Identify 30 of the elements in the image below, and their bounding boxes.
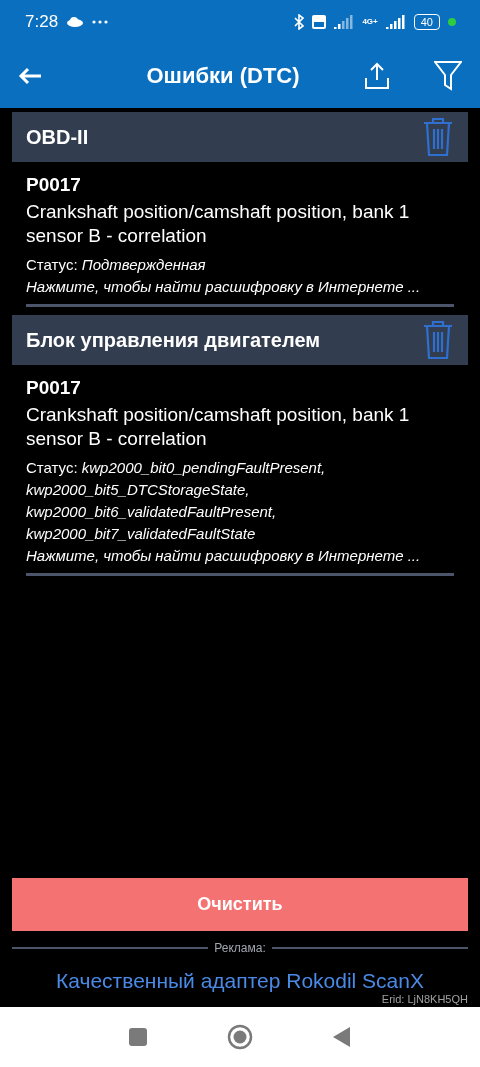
battery-level: 40 — [413, 14, 440, 30]
error-code: P0017 — [26, 377, 82, 399]
cloud-icon — [66, 17, 85, 27]
share-icon[interactable] — [364, 62, 390, 90]
filter-icon[interactable] — [434, 61, 462, 91]
search-online-link[interactable]: Нажмите, чтобы найти расшифровку в Интернете ... — [26, 545, 454, 576]
section-title: OBD-II — [26, 125, 90, 149]
privacy-dot-icon — [448, 18, 456, 26]
network-type: 4G+ — [362, 18, 378, 26]
search-online-link[interactable]: Нажмите, чтобы найти расшифровку в Интернете ... — [26, 276, 454, 307]
signal-icon — [385, 15, 406, 29]
error-description: Crankshaft position/camshaft position, bank 1 sensor B - correlation — [26, 200, 411, 248]
error-code: P0017 — [26, 174, 82, 196]
ad-link[interactable]: Качественный адаптер Rokodil ScanX — [0, 969, 480, 993]
back-icon[interactable] — [333, 1027, 351, 1047]
trash-icon[interactable] — [422, 320, 454, 360]
bluetooth-icon — [294, 14, 305, 30]
back-arrow-icon[interactable] — [18, 67, 42, 85]
error-description: Crankshaft position/camshaft position, bank 1 sensor B - correlation — [26, 403, 411, 451]
signal-icon — [334, 15, 355, 29]
ad-erid: Erid: LjN8KH5QH — [380, 993, 469, 1005]
ad-label: Реклама: — [214, 941, 266, 955]
more-icon — [92, 20, 109, 24]
screen-title: Ошибки (DTC) — [145, 63, 301, 89]
section-title: Блок управления двигателем — [26, 328, 322, 352]
trash-icon[interactable] — [422, 117, 454, 157]
clock-time: 7:28 — [25, 12, 59, 32]
error-status: Статус: kwp2000_bit0_pendingFaultPresent, kwp2000_bit5_DTCStorageState, kwp2000_bit6_validatedFaultPresent, kwp2000_bit7_validatedFaultState — [26, 458, 327, 544]
home-icon[interactable] — [227, 1024, 253, 1050]
error-status: Статус: Подтвержденная — [26, 255, 207, 275]
